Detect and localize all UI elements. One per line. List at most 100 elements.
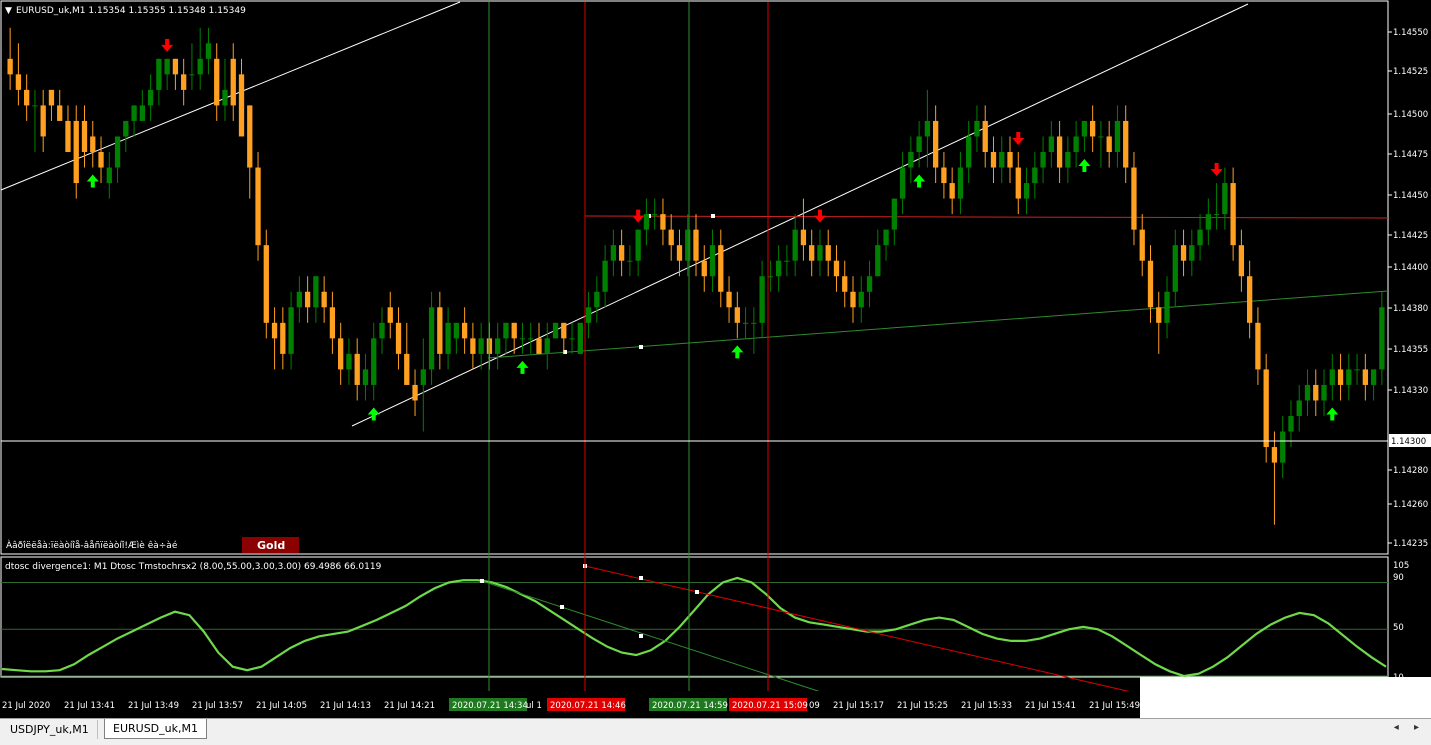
candle-body [147, 89, 154, 106]
price-axis-label: 1.14450 [1393, 191, 1428, 201]
time-axis-label: 21 Jul 13:41 [64, 701, 115, 711]
candle-body [189, 74, 195, 76]
time-axis-label: 21 Jul 15:17 [833, 701, 884, 711]
candle-body [1271, 447, 1278, 463]
candle-body [114, 136, 121, 168]
candle-body [230, 58, 236, 106]
price-axis-label: 1.14280 [1393, 466, 1428, 476]
candle-body [1164, 291, 1170, 323]
candle-body [842, 276, 848, 292]
candle-body [1337, 369, 1344, 385]
candle-body [676, 245, 683, 261]
chart-title: EURUSD_uk,M1 1.15354 1.15355 1.15348 1.1… [16, 6, 246, 16]
price-axis: 1.14550 1.14525 1.14500 1.14475 1.14450 1.144… [1388, 28, 1428, 549]
candle-body [288, 307, 294, 354]
candle-body [1304, 384, 1311, 401]
candle-body [734, 307, 740, 323]
candle-body [1156, 307, 1162, 323]
candle-body [784, 260, 790, 262]
time-axis-label: 21 Jul 15:41 [1025, 701, 1076, 711]
candle-body [1040, 152, 1046, 168]
candle-body [73, 120, 79, 184]
line-anchor-point [711, 214, 715, 218]
candle-body [1056, 136, 1063, 168]
time-marker-label: 2020.07.21 15:09 [732, 701, 808, 711]
candle-body [999, 152, 1005, 168]
candle-body [635, 229, 641, 261]
price-axis-label: 1.14525 [1393, 67, 1428, 77]
price-axis-label: 1.14425 [1393, 231, 1428, 241]
candle-body [321, 291, 327, 308]
indicator-pane[interactable] [0, 556, 1389, 678]
time-axis-label-fragment: ul 1 [526, 701, 542, 711]
candle-body [718, 245, 724, 292]
candle-body [131, 105, 137, 121]
candle-body [602, 260, 608, 292]
candle-body [1321, 384, 1327, 401]
gold-button-label[interactable]: Gold [257, 539, 285, 552]
candle-body [453, 322, 460, 339]
time-marker-label: 2020.07.21 14:59 [652, 701, 728, 711]
tab-usdjpy[interactable]: USDJPY_uk,M1 [2, 720, 98, 739]
candle-body [726, 291, 732, 308]
candle-body [536, 338, 542, 354]
candle-body [552, 322, 559, 339]
candle-body [957, 167, 964, 199]
candle-body [792, 229, 798, 261]
candle-body [858, 291, 864, 308]
candle-body [1081, 120, 1088, 137]
tab-eurusd[interactable]: EURUSD_uk,M1 [104, 719, 207, 739]
candle-body [263, 245, 269, 323]
chart-title-arrow-icon[interactable]: ▼ [5, 6, 12, 16]
price-axis-label: 1.14550 [1393, 28, 1428, 38]
candle-body [924, 120, 931, 137]
candle-body [668, 229, 674, 246]
candle-body [32, 105, 38, 107]
candle-body [156, 58, 162, 90]
time-axis-label: 21 Jul 15:49 [1089, 701, 1140, 711]
candle-body [701, 260, 707, 277]
candle-body [1180, 245, 1187, 261]
candle-body [1263, 369, 1269, 448]
candle-body [362, 369, 369, 385]
candle-body [1255, 322, 1261, 370]
candle-body [197, 58, 203, 75]
candle-body [329, 307, 336, 339]
candle-body [338, 338, 344, 370]
price-pane[interactable] [0, 0, 1389, 555]
candle-body [445, 322, 451, 354]
candle-body [98, 152, 104, 168]
candle-body [354, 353, 360, 385]
candle-body [1189, 245, 1195, 261]
candle-body [1032, 167, 1038, 184]
indicator-axis-label: 105 [1393, 561, 1409, 571]
candle-body [395, 322, 402, 354]
line-anchor-point [639, 345, 643, 349]
candle-body [561, 322, 567, 339]
tab-scroll-arrows[interactable]: ◂ ▸ [1394, 722, 1425, 733]
indicator-axis-label: 50 [1393, 623, 1404, 633]
candle-body [1205, 214, 1211, 230]
price-axis-label: 1.14400 [1393, 263, 1428, 273]
candle-body [1098, 136, 1104, 138]
candle-body [48, 89, 55, 106]
candle-body [610, 245, 617, 261]
candle-body [503, 322, 509, 339]
candle-body [932, 120, 939, 168]
candle-body [371, 338, 377, 385]
candle-body [1007, 152, 1013, 168]
chart-tab-bar: USDJPY_uk,M1 EURUSD_uk,M1 ◂ ▸ [0, 718, 1431, 745]
candle-body [271, 322, 278, 339]
candle-body [1131, 167, 1137, 230]
trading-chart[interactable]: ▼ EURUSD_uk,M1 1.15354 1.15355 1.15348 1… [0, 0, 1431, 718]
candle-body [875, 245, 881, 277]
candle-body [693, 229, 699, 261]
candle-body [1048, 136, 1054, 152]
candle-body [685, 229, 691, 261]
time-axis-label: 21 Jul 14:05 [256, 701, 307, 711]
candle-body [280, 322, 286, 354]
candle-body [866, 276, 873, 292]
candle-body [833, 260, 840, 277]
osc-anchor-point [695, 590, 699, 594]
candle-body [1379, 307, 1385, 370]
